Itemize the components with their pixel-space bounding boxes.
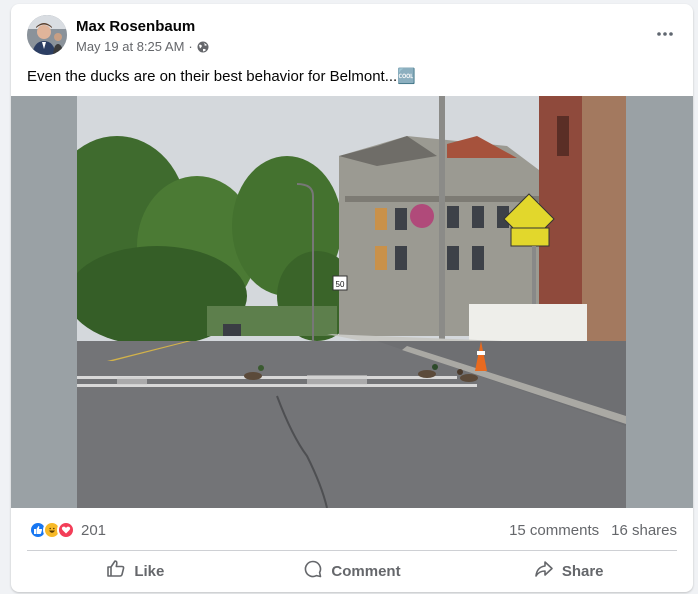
comments-count[interactable]: 15 comments (509, 522, 599, 539)
meta-separator: · (188, 39, 193, 54)
post-timestamp[interactable]: May 19 at 8:25 AM (76, 39, 184, 54)
post-photo[interactable]: 50 (77, 96, 626, 508)
post-card: Max Rosenbaum May 19 at 8:25 AM · Even t… (11, 4, 693, 592)
post-stats: 201 15 comments 16 shares (11, 512, 693, 548)
share-button[interactable]: Share (460, 554, 677, 588)
actions-divider (27, 550, 677, 551)
share-arrow-icon (534, 559, 554, 583)
photo-container[interactable]: 50 (11, 96, 693, 508)
post-caption: Even the ducks are on their best behavio… (27, 68, 416, 85)
post-actions: Like Comment Share (27, 554, 677, 588)
like-button[interactable]: Like (27, 554, 244, 588)
engagement-counts: 15 comments 16 shares (509, 522, 677, 539)
share-label: Share (561, 562, 604, 580)
comment-bubble-icon (303, 559, 323, 583)
route-sign-text: 50 (336, 280, 345, 289)
thumbs-up-icon (106, 559, 126, 583)
like-label: Like (134, 562, 165, 580)
reactions-summary[interactable]: 201 (29, 521, 106, 539)
comment-label: Comment (331, 562, 401, 580)
comment-button[interactable]: Comment (244, 554, 461, 588)
shares-count[interactable]: 16 shares (611, 522, 677, 539)
avatar[interactable] (27, 15, 67, 55)
post-header: Max Rosenbaum May 19 at 8:25 AM · (11, 4, 693, 64)
author-name[interactable]: Max Rosenbaum (76, 18, 195, 35)
post-meta: May 19 at 8:25 AM · (76, 39, 209, 54)
globe-icon[interactable] (197, 41, 209, 53)
love-reaction-icon (57, 521, 75, 539)
reaction-count: 201 (81, 521, 107, 539)
more-options-icon[interactable] (651, 20, 679, 48)
